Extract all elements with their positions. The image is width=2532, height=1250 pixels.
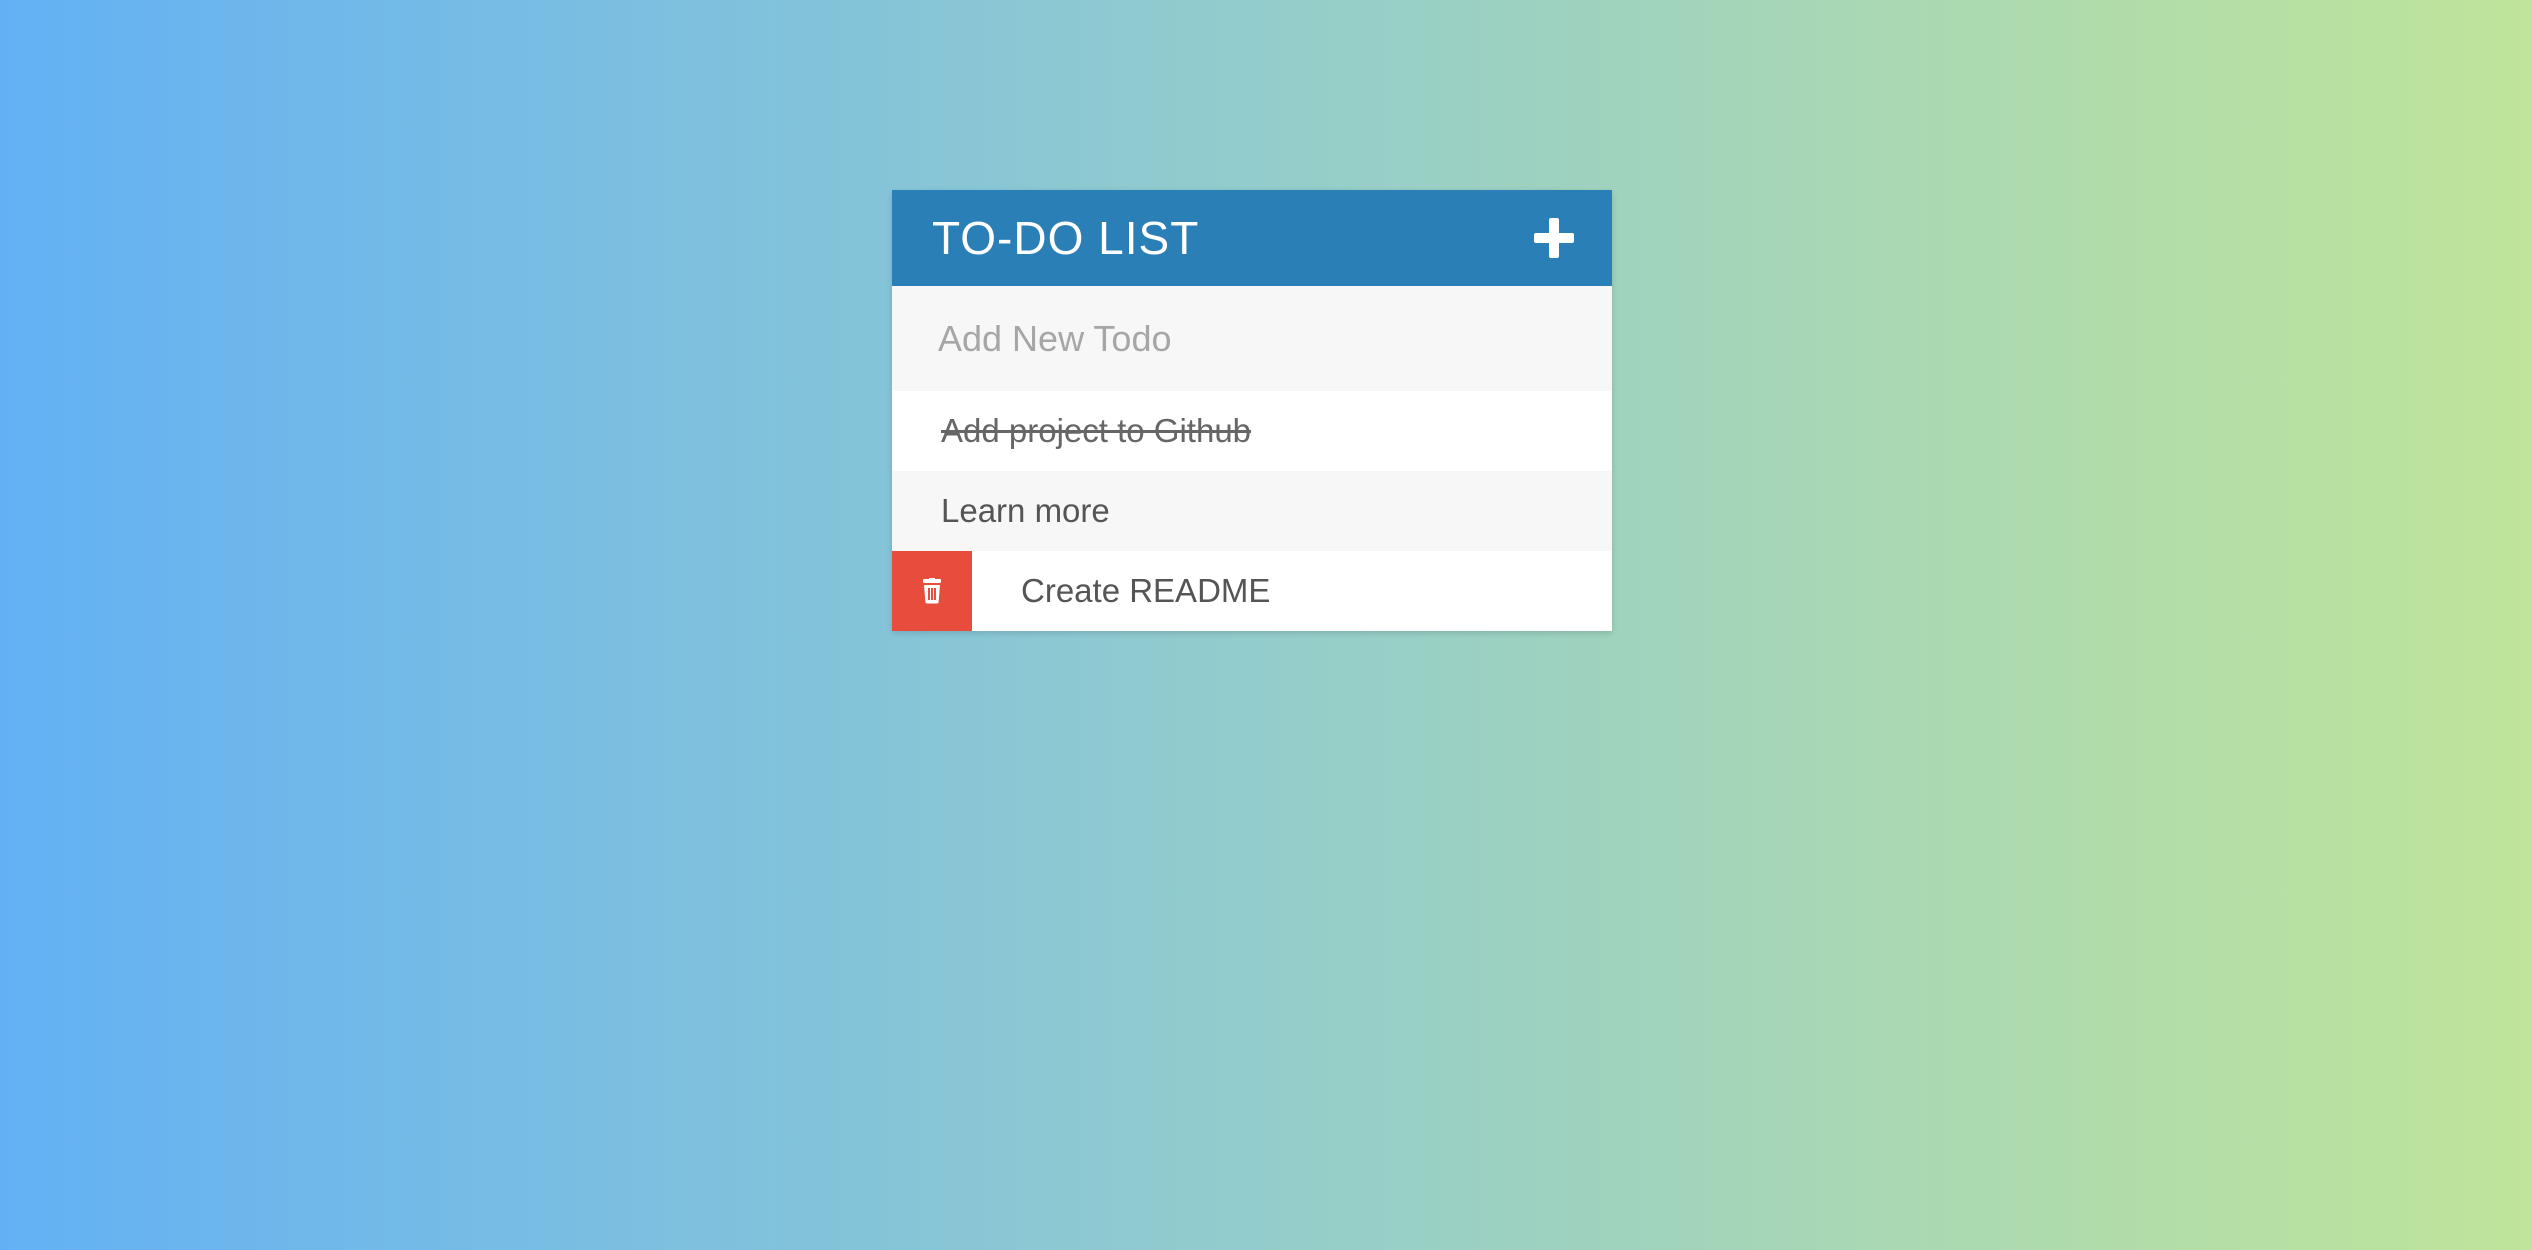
todo-header: TO-DO LIST bbox=[892, 190, 1612, 286]
todo-title: TO-DO LIST bbox=[932, 212, 1200, 264]
todo-item-label: Learn more bbox=[941, 492, 1110, 529]
todo-item[interactable]: Learn more bbox=[892, 471, 1612, 551]
todo-card: TO-DO LIST Add project to Github Learn m… bbox=[892, 190, 1612, 631]
todo-item[interactable]: Add project to Github bbox=[892, 391, 1612, 471]
todo-list: Add project to Github Learn more Create … bbox=[892, 391, 1612, 631]
delete-button[interactable] bbox=[892, 551, 972, 631]
todo-item-label: Create README bbox=[1021, 572, 1271, 609]
todo-item[interactable]: Create README bbox=[892, 551, 1612, 631]
plus-icon[interactable] bbox=[1534, 218, 1574, 258]
todo-item-label: Add project to Github bbox=[941, 412, 1252, 449]
add-todo-input[interactable] bbox=[892, 286, 1612, 391]
trash-icon bbox=[923, 578, 941, 604]
